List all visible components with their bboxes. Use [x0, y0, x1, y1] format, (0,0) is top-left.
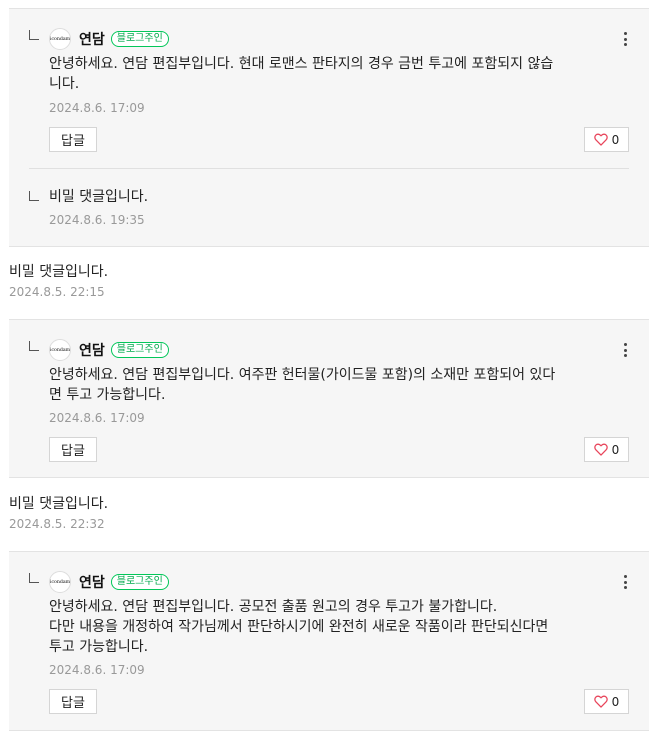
reply-item: icondam 연담 블로그주인 안녕하세요. 연담 편집부입니다. 현대 로맨… — [29, 28, 629, 158]
reply-indent-icon — [29, 191, 39, 201]
heart-icon — [593, 443, 608, 456]
author-name[interactable]: 연담 — [79, 572, 105, 592]
comment-date: 2024.8.5. 22:15 — [9, 285, 105, 299]
comment-item: 비밀 댓글입니다. 2024.8.5. 22:15 — [9, 263, 649, 308]
reply-date: 2024.8.6. 17:09 — [49, 411, 145, 425]
more-options-icon[interactable] — [621, 573, 629, 591]
reply-indent-icon — [29, 341, 39, 351]
reply-item: icondam 연담 블로그주인 안녕하세요. 연담 편집부입니다. 여주판 헌… — [29, 339, 629, 469]
owner-badge: 블로그주인 — [110, 31, 169, 47]
reply-date: 2024.8.6. 17:09 — [49, 101, 145, 115]
like-count: 0 — [611, 132, 620, 147]
avatar[interactable]: icondam — [49, 339, 71, 361]
reply-header: icondam 연담 블로그주인 — [49, 571, 169, 593]
reply-text: 비밀 댓글입니다. — [49, 189, 149, 205]
reply-indent-icon — [29, 30, 39, 40]
author-name[interactable]: 연담 — [79, 340, 105, 360]
like-button[interactable]: 0 — [584, 689, 629, 714]
reply-thread: icondam 연담 블로그주인 안녕하세요. 연담 편집부입니다. 현대 로맨… — [9, 8, 649, 247]
reply-thread: icondam 연담 블로그주인 안녕하세요. 연담 편집부입니다. 공모전 출… — [9, 551, 649, 731]
divider — [29, 168, 629, 169]
reply-date: 2024.8.6. 17:09 — [49, 663, 145, 677]
avatar[interactable]: icondam — [49, 28, 71, 50]
reply-text: 안녕하세요. 연담 편집부입니다. 현대 로맨스 판타지의 경우 금번 투고에 … — [49, 56, 554, 92]
comment-text: 비밀 댓글입니다. — [9, 264, 109, 280]
reply-text: 안녕하세요. 연담 편집부입니다. 여주판 헌터물(가이드물 포함)의 소재만 … — [49, 367, 556, 403]
heart-icon — [593, 133, 608, 146]
reply-date: 2024.8.6. 19:35 — [49, 213, 145, 227]
reply-indent-icon — [29, 573, 39, 583]
comment-date: 2024.8.5. 22:32 — [9, 517, 105, 531]
reply-header: icondam 연담 블로그주인 — [49, 28, 169, 50]
reply-header: icondam 연담 블로그주인 — [49, 339, 169, 361]
reply-item: 비밀 댓글입니다. 2024.8.6. 19:35 — [29, 189, 629, 234]
heart-icon — [593, 695, 608, 708]
like-button[interactable]: 0 — [584, 127, 629, 152]
like-button[interactable]: 0 — [584, 437, 629, 462]
comment-text: 비밀 댓글입니다. — [9, 496, 109, 512]
more-options-icon[interactable] — [621, 30, 629, 48]
like-count: 0 — [611, 442, 620, 457]
author-name[interactable]: 연담 — [79, 29, 105, 49]
avatar[interactable]: icondam — [49, 571, 71, 593]
reply-button[interactable]: 답글 — [49, 689, 97, 714]
reply-button[interactable]: 답글 — [49, 127, 97, 152]
owner-badge: 블로그주인 — [110, 574, 169, 590]
owner-badge: 블로그주인 — [110, 342, 169, 358]
reply-thread: icondam 연담 블로그주인 안녕하세요. 연담 편집부입니다. 여주판 헌… — [9, 319, 649, 478]
like-count: 0 — [611, 694, 620, 709]
reply-button[interactable]: 답글 — [49, 437, 97, 462]
reply-text: 안녕하세요. 연담 편집부입니다. 공모전 출품 원고의 경우 투고가 불가합니… — [49, 599, 549, 655]
more-options-icon[interactable] — [621, 341, 629, 359]
comment-item: 비밀 댓글입니다. 2024.8.5. 22:32 — [9, 495, 649, 540]
reply-item: icondam 연담 블로그주인 안녕하세요. 연담 편집부입니다. 공모전 출… — [29, 571, 629, 723]
